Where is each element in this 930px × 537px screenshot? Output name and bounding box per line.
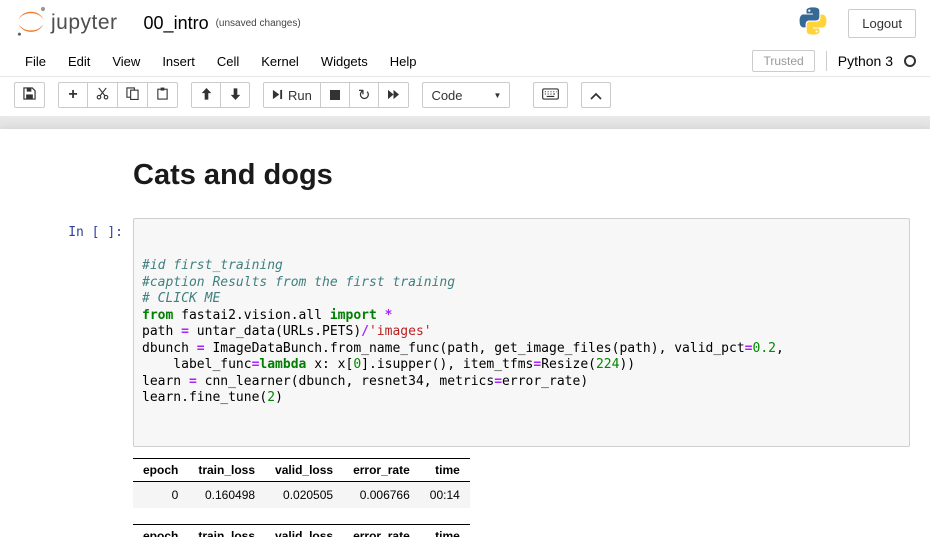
- restart-icon: ↻: [358, 88, 371, 103]
- page-title: Cats and dogs: [133, 159, 910, 192]
- save-button[interactable]: [14, 82, 45, 108]
- cell-output: epochtrain_lossvalid_losserror_ratetime0…: [133, 458, 930, 508]
- paste-button[interactable]: [147, 82, 178, 108]
- floppy-icon: [23, 87, 36, 103]
- chevron-down-icon: ▼: [494, 91, 502, 100]
- copy-icon: [126, 87, 139, 103]
- table-cell: 0.006766: [343, 481, 420, 508]
- table-header-cell: valid_loss: [265, 524, 343, 537]
- cell-output: epochtrain_lossvalid_losserror_ratetime0…: [133, 524, 930, 537]
- toolbar: +: [0, 77, 930, 116]
- code-line: learn = cnn_learner(dbunch, resnet34, me…: [142, 374, 901, 391]
- trusted-badge[interactable]: Trusted: [752, 50, 814, 72]
- header: jupyter 00_intro (unsaved changes) Logou…: [0, 0, 930, 116]
- stop-icon: [330, 88, 340, 103]
- kernel-name-label: Python 3: [838, 53, 893, 69]
- scissors-icon: [96, 87, 109, 103]
- kernel-idle-icon: [904, 55, 916, 67]
- arrow-up-icon: [201, 88, 212, 103]
- chevron-up-button[interactable]: [581, 82, 611, 108]
- unsaved-changes-label: (unsaved changes): [216, 18, 301, 29]
- menubar: FileEditViewInsertCellKernelWidgetsHelp …: [0, 46, 930, 77]
- code-line: #id first_training: [142, 258, 901, 275]
- notebook-title[interactable]: 00_intro: [144, 13, 209, 34]
- kernel-divider: [826, 51, 827, 71]
- python-logo-icon: [798, 6, 828, 41]
- menu-item-edit[interactable]: Edit: [57, 47, 101, 76]
- notebook-container: Cats and dogs In [ ]: #id first_training…: [0, 129, 930, 537]
- restart-button[interactable]: ↻: [349, 82, 380, 108]
- code-line: learn.fine_tune(2): [142, 390, 901, 407]
- menu-item-help[interactable]: Help: [379, 47, 428, 76]
- table-cell: 0: [133, 481, 188, 508]
- notebook-site: Cats and dogs In [ ]: #id first_training…: [0, 116, 930, 537]
- add-cell-button[interactable]: +: [58, 82, 88, 108]
- code-line: label_func=lambda x: x[0].isupper(), ite…: [142, 357, 901, 374]
- fast-forward-icon: [387, 88, 400, 103]
- logout-button[interactable]: Logout: [848, 9, 916, 38]
- menu-item-view[interactable]: View: [101, 47, 151, 76]
- code-line: path = untar_data(URLs.PETS)/'images': [142, 324, 901, 341]
- header-right: Logout: [798, 6, 916, 41]
- menubar-items: FileEditViewInsertCellKernelWidgetsHelp: [14, 47, 428, 76]
- header-top-row: jupyter 00_intro (unsaved changes) Logou…: [0, 0, 930, 46]
- menu-item-cell[interactable]: Cell: [206, 47, 250, 76]
- menu-item-file[interactable]: File: [14, 47, 57, 76]
- menu-item-widgets[interactable]: Widgets: [310, 47, 379, 76]
- copy-button[interactable]: [117, 82, 148, 108]
- move-up-button[interactable]: [191, 82, 221, 108]
- jupyter-logo-icon: [14, 4, 48, 43]
- restart-run-all-button[interactable]: [378, 82, 409, 108]
- jupyter-logo[interactable]: jupyter: [14, 4, 118, 43]
- paste-icon: [156, 87, 169, 103]
- cell-type-dropdown[interactable]: Code ▼: [422, 82, 510, 108]
- table-cell: 0.020505: [265, 481, 343, 508]
- code-cell: In [ ]: #id first_training#caption Resul…: [0, 218, 930, 447]
- code-area: #id first_training#caption Results from …: [142, 258, 901, 407]
- code-line: #caption Results from the first training: [142, 275, 901, 292]
- move-down-button[interactable]: [220, 82, 250, 108]
- table-header-cell: time: [420, 458, 470, 481]
- output-table: epochtrain_lossvalid_losserror_ratetime0…: [133, 458, 470, 508]
- chevron-up-icon: [590, 88, 602, 103]
- jupyter-logo-text: jupyter: [51, 11, 118, 35]
- table-row: 00.1604980.0205050.00676600:14: [133, 481, 470, 508]
- table-header-cell: train_loss: [188, 458, 265, 481]
- code-line: from fastai2.vision.all import *: [142, 308, 901, 325]
- table-header-cell: error_rate: [343, 458, 420, 481]
- output-table: epochtrain_lossvalid_losserror_ratetime0…: [133, 524, 470, 537]
- code-line: # CLICK ME: [142, 291, 901, 308]
- command-palette-button[interactable]: [533, 82, 568, 108]
- table-header-cell: time: [420, 524, 470, 537]
- run-label: Run: [288, 88, 312, 103]
- step-forward-icon: [272, 88, 283, 103]
- cell-type-value: Code: [431, 88, 462, 103]
- menu-item-kernel[interactable]: Kernel: [250, 47, 310, 76]
- markdown-cell[interactable]: Cats and dogs: [133, 159, 910, 192]
- stop-button[interactable]: [320, 82, 350, 108]
- table-header-cell: epoch: [133, 458, 188, 481]
- table-cell: 0.160498: [188, 481, 265, 508]
- code-line: dbunch = ImageDataBunch.from_name_func(p…: [142, 341, 901, 358]
- run-button[interactable]: Run: [263, 82, 321, 108]
- table-header-cell: epoch: [133, 524, 188, 537]
- cut-button[interactable]: [87, 82, 118, 108]
- menubar-right: Trusted Python 3: [752, 50, 922, 72]
- keyboard-icon: [542, 88, 559, 103]
- table-header-cell: valid_loss: [265, 458, 343, 481]
- menu-item-insert[interactable]: Insert: [151, 47, 206, 76]
- table-header-cell: error_rate: [343, 524, 420, 537]
- table-header-cell: train_loss: [188, 524, 265, 537]
- cell-prompt: In [ ]:: [0, 218, 133, 447]
- arrow-down-icon: [230, 88, 241, 103]
- code-input[interactable]: #id first_training#caption Results from …: [133, 218, 910, 447]
- plus-icon: +: [68, 87, 77, 103]
- table-cell: 00:14: [420, 481, 470, 508]
